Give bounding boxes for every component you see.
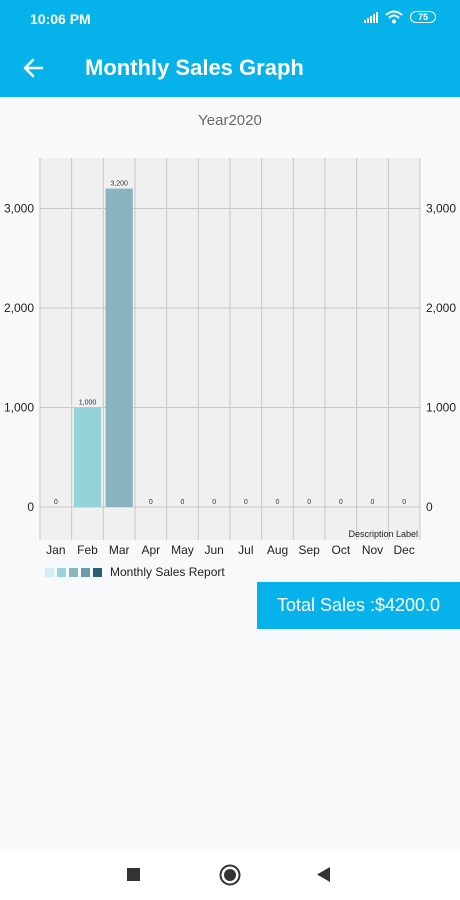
bar-feb (73, 407, 102, 507)
home-circle-icon[interactable] (218, 863, 242, 887)
legend-swatch (57, 567, 66, 577)
bar-mar (105, 188, 133, 507)
y-tick-label-right: 0 (426, 500, 433, 514)
value-label: 0 (212, 499, 216, 506)
x-tick-label: Sep (298, 543, 320, 557)
value-label: 0 (149, 499, 153, 506)
value-label: 0 (181, 499, 185, 506)
description-label: Description Label (348, 529, 418, 539)
legend-swatch (81, 567, 90, 577)
y-tick-label-left: 1,000 (4, 401, 34, 415)
x-tick-label: Nov (362, 543, 383, 557)
y-tick-label-right: 2,000 (426, 301, 456, 315)
x-tick-label: Jun (204, 543, 223, 557)
x-tick-label: Aug (267, 543, 288, 557)
y-tick-label-left: 2,000 (4, 301, 34, 315)
total-sales-box: Total Sales :$4200.0 (257, 582, 460, 629)
legend-swatches (45, 567, 102, 577)
x-tick-label: Apr (141, 543, 160, 557)
x-tick-label: Feb (77, 543, 98, 557)
value-label: 1,000 (79, 400, 97, 407)
x-tick-label: May (171, 543, 194, 557)
total-sales-label: Total Sales :$4200.0 (276, 595, 441, 615)
legend-label: Monthly Sales Report (110, 565, 225, 579)
value-label: 0 (54, 499, 58, 506)
stop-square-icon[interactable] (126, 867, 142, 883)
x-tick-label: Jan (46, 543, 65, 557)
legend-swatch (69, 567, 78, 577)
x-tick-label: Jul (238, 543, 253, 557)
value-label: 0 (402, 499, 406, 506)
value-label: 0 (371, 499, 375, 506)
y-tick-label-left: 0 (27, 500, 34, 514)
value-label: 0 (307, 499, 311, 506)
legend-swatch (93, 567, 102, 577)
y-tick-label-left: 3,000 (4, 202, 34, 216)
x-tick-label: Mar (109, 543, 130, 557)
x-tick-label: Oct (331, 543, 350, 557)
value-label: 0 (339, 499, 343, 506)
system-nav-bar (0, 849, 460, 900)
y-tick-label-right: 1,000 (426, 401, 456, 415)
back-triangle-icon[interactable] (315, 866, 331, 884)
value-label: 0 (276, 499, 280, 506)
bar-chart: 0 0 1,000 1,000 2,000 2,000 3,000 3,000 0 Jan 1,00… (4, 158, 456, 557)
value-label: 0 (244, 499, 248, 506)
y-tick-label-right: 3,000 (426, 202, 456, 216)
x-tick-label: Dec (393, 543, 414, 557)
legend-swatch (45, 567, 54, 577)
chart-legend: Monthly Sales Report (45, 565, 225, 579)
value-label: 3,200 (110, 181, 128, 188)
